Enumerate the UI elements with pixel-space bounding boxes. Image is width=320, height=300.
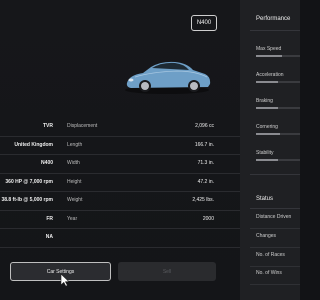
spec-right-label: Height <box>67 178 82 185</box>
perf-bar-cornering <box>256 133 300 135</box>
perf-label-acceleration: Acceleration <box>256 72 284 78</box>
spec-right-label: Displacement <box>67 123 98 129</box>
status-label: Distance Driven <box>256 214 292 220</box>
spec-left-value: FR <box>46 215 53 222</box>
perf-bar-stability <box>256 159 300 161</box>
spec-right-value: 71.3 in. <box>197 160 214 166</box>
spec-right-label: Year <box>67 215 78 222</box>
status-row: No. of Wins <box>250 266 300 285</box>
spec-left-value: 38.8 ft-lb @ 5,000 rpm <box>1 197 53 203</box>
spec-right-label: Length <box>67 141 83 148</box>
spec-left-value: NA <box>45 234 53 240</box>
spec-right-value: 2,425 lbs. <box>192 197 214 203</box>
status-label: No. of Races <box>256 252 285 258</box>
spec-left-value: N400 <box>41 160 53 166</box>
spec-right-label: Weight <box>67 197 83 203</box>
spec-row: United Kingdom Length 166.7 in. <box>0 137 240 155</box>
divider <box>250 30 300 31</box>
perf-bar-acceleration <box>256 81 300 83</box>
car-image <box>125 61 211 94</box>
divider <box>250 208 300 209</box>
status-label: No. of Wins <box>256 270 282 276</box>
perf-label-cornering: Cornering <box>256 124 278 130</box>
status-row: No. of Races <box>250 248 300 267</box>
spec-left-value: TVR <box>43 123 53 129</box>
status-label: Changes <box>256 233 277 239</box>
status-row: Distance Driven <box>250 210 300 229</box>
spec-left-value: 360 HP @ 7,000 rpm <box>5 178 53 185</box>
spec-right-label: Width <box>67 160 80 166</box>
perf-label-stability: Stability <box>256 150 274 156</box>
spec-table: TVR Displacement 2,096 cc United Kingdom… <box>0 118 240 248</box>
spec-row: 38.8 ft-lb @ 5,000 rpm Weight 2,425 lbs. <box>0 192 240 211</box>
divider <box>250 174 300 175</box>
perf-bar-braking <box>256 107 300 109</box>
spec-row: 360 HP @ 7,000 rpm Height 47.2 in. <box>0 174 240 192</box>
sell-button[interactable]: Sell <box>118 262 216 281</box>
spec-row: N400 Width 71.3 in. <box>0 155 240 174</box>
spec-right-value: 2,096 cc <box>195 123 214 129</box>
spec-right-value: 47.2 in. <box>197 178 214 185</box>
spec-row: NA <box>0 229 240 248</box>
perf-bar-max-speed <box>256 55 300 57</box>
spec-right-value: 2000 <box>202 215 214 222</box>
perf-label-max-speed: Max Speed <box>256 46 282 52</box>
spec-left-value: United Kingdom <box>14 141 53 148</box>
status-row: Changes <box>250 229 300 248</box>
mouse-cursor-icon <box>60 273 70 287</box>
car-detail-panel: N400 TVR Displacement 2,096 cc United Ki… <box>0 0 240 300</box>
model-code-badge: N400 <box>191 15 217 31</box>
perf-label-braking: Braking <box>256 98 273 104</box>
spec-right-value: 166.7 in. <box>194 141 214 148</box>
spec-row: FR Year 2000 <box>0 211 240 229</box>
spec-row: TVR Displacement 2,096 cc <box>0 118 240 137</box>
performance-title: Performance <box>256 16 291 22</box>
status-title: Status <box>256 196 274 202</box>
